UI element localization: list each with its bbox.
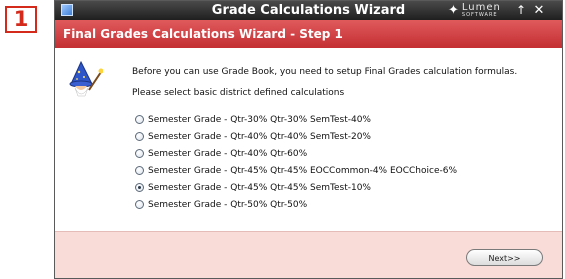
wizard-hat-icon	[69, 60, 103, 97]
wizard-content: Before you can use Grade Book, you need …	[55, 48, 562, 231]
step-number-badge: 1	[5, 6, 37, 33]
radio-button[interactable]	[135, 183, 144, 192]
step-header: Final Grades Calculations Wizard - Step …	[55, 20, 562, 48]
radio-button[interactable]	[135, 115, 144, 124]
radio-button[interactable]	[135, 166, 144, 175]
wizard-window: Grade Calculations Wizard ✦ Lumen SOFTWA…	[54, 0, 563, 279]
option-label: Semester Grade - Qtr-45% Qtr-45% SemTest…	[148, 182, 371, 193]
up-arrow-icon[interactable]: ↑	[514, 3, 528, 18]
option-label: Semester Grade - Qtr-40% Qtr-60%	[148, 148, 308, 159]
calculation-option[interactable]: Semester Grade - Qtr-40% Qtr-60%	[135, 145, 457, 162]
radio-button[interactable]	[135, 149, 144, 158]
calculation-option[interactable]: Semester Grade - Qtr-30% Qtr-30% SemTest…	[135, 111, 457, 128]
calculation-option[interactable]: Semester Grade - Qtr-50% Qtr-50%	[135, 196, 457, 213]
calculation-options: Semester Grade - Qtr-30% Qtr-30% SemTest…	[135, 111, 457, 213]
close-icon[interactable]: ✕	[532, 3, 546, 18]
option-label: Semester Grade - Qtr-50% Qtr-50%	[148, 199, 308, 210]
calculation-option[interactable]: Semester Grade - Qtr-45% Qtr-45% SemTest…	[135, 179, 457, 196]
radio-button[interactable]	[135, 132, 144, 141]
option-label: Semester Grade - Qtr-40% Qtr-40% SemTest…	[148, 131, 371, 142]
next-button[interactable]: Next>>	[466, 249, 543, 266]
lumen-logo: ✦ Lumen SOFTWARE	[448, 2, 501, 19]
calculation-option[interactable]: Semester Grade - Qtr-40% Qtr-40% SemTest…	[135, 128, 457, 145]
intro-text: Before you can use Grade Book, you need …	[132, 67, 518, 77]
radio-button[interactable]	[135, 200, 144, 209]
calculation-option[interactable]: Semester Grade - Qtr-45% Qtr-45% EOCComm…	[135, 162, 457, 179]
lumen-logo-icon: ✦	[448, 3, 459, 18]
option-label: Semester Grade - Qtr-30% Qtr-30% SemTest…	[148, 114, 371, 125]
prompt-text: Please select basic district defined cal…	[132, 88, 345, 98]
wizard-footer: Next>>	[55, 231, 562, 278]
title-bar: Grade Calculations Wizard ✦ Lumen SOFTWA…	[55, 1, 562, 20]
brand-subtitle: SOFTWARE	[461, 12, 498, 18]
option-label: Semester Grade - Qtr-45% Qtr-45% EOCComm…	[148, 165, 458, 176]
